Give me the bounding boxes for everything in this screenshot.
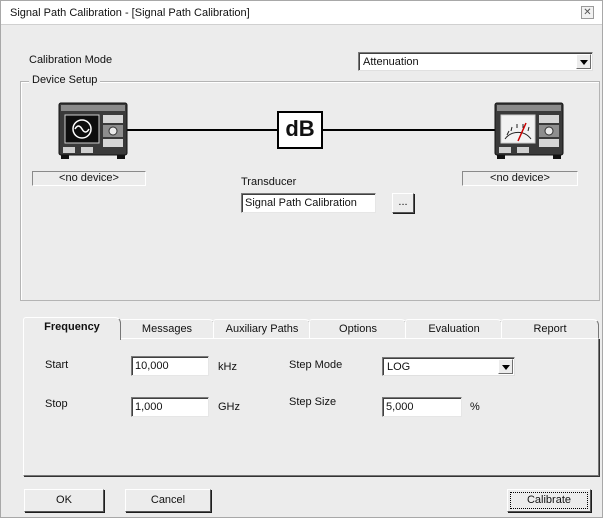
db-label: dB: [285, 116, 315, 141]
tab-frequency[interactable]: Frequency: [23, 317, 121, 340]
window-title: Signal Path Calibration - [Signal Path C…: [10, 7, 250, 19]
tab-report[interactable]: Report: [501, 319, 599, 339]
transducer-label: Transducer: [241, 176, 297, 188]
tab-auxiliary-paths[interactable]: Auxiliary Paths: [213, 319, 311, 339]
step-size-unit: %: [470, 401, 480, 413]
chevron-down-icon: [580, 60, 588, 65]
transducer-field[interactable]: Signal Path Calibration: [241, 193, 376, 213]
calibration-mode-value: Attenuation: [363, 56, 419, 68]
step-mode-select[interactable]: LOG: [382, 357, 515, 376]
calibration-mode-label: Calibration Mode: [29, 54, 113, 66]
device-setup-legend: Device Setup: [29, 74, 101, 86]
start-input[interactable]: 10,000: [131, 356, 209, 376]
chevron-down-icon: [502, 365, 510, 370]
receiver-analyzer-icon: [494, 102, 564, 159]
start-label: Start: [45, 359, 69, 371]
calibration-mode-select[interactable]: Attenuation: [358, 52, 593, 71]
step-mode-dropdown-button[interactable]: [498, 359, 513, 374]
step-mode-label: Step Mode: [289, 359, 343, 371]
step-size-label: Step Size: [289, 396, 337, 408]
stop-label: Stop: [45, 398, 68, 410]
signal-path-calibration-dialog: Signal Path Calibration - [Signal Path C…: [0, 0, 603, 518]
stop-unit: GHz: [218, 401, 240, 413]
calibration-mode-dropdown-button[interactable]: [576, 54, 591, 69]
title-bar: Signal Path Calibration - [Signal Path C…: [1, 1, 602, 25]
connection-line-left: [127, 129, 277, 131]
transducer-browse-button[interactable]: ...: [392, 193, 414, 213]
tab-messages[interactable]: Messages: [119, 319, 215, 339]
ok-button[interactable]: OK: [24, 489, 104, 512]
source-device-field[interactable]: <no device>: [32, 171, 146, 186]
step-mode-value: LOG: [387, 361, 411, 373]
close-button[interactable]: ✕: [581, 6, 594, 19]
step-size-input[interactable]: 5,000: [382, 397, 462, 417]
signal-generator-icon: [58, 102, 128, 159]
stop-input[interactable]: 1,000: [131, 397, 209, 417]
connection-line-right: [323, 129, 495, 131]
cancel-button[interactable]: Cancel: [125, 489, 211, 512]
start-unit: kHz: [218, 361, 237, 373]
tab-evaluation[interactable]: Evaluation: [405, 319, 503, 339]
receiver-device[interactable]: [493, 101, 565, 159]
transducer-block[interactable]: dB: [277, 111, 323, 149]
calibrate-button[interactable]: Calibrate: [507, 489, 591, 512]
signal-generator-device[interactable]: [57, 101, 129, 159]
close-icon: ✕: [583, 7, 592, 18]
receiver-device-field[interactable]: <no device>: [462, 171, 578, 186]
tab-options[interactable]: Options: [309, 319, 407, 339]
